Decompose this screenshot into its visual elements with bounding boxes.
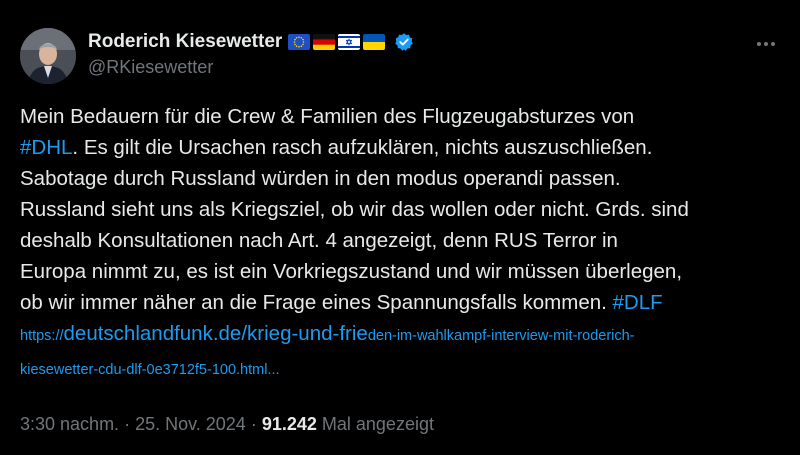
avatar[interactable]: [20, 28, 76, 84]
link-prefix: https://: [20, 328, 64, 344]
link-domain-path: deutschlandfunk.de/krieg-und-frie: [63, 322, 368, 345]
verified-badge-icon: [395, 33, 414, 51]
tweet-date[interactable]: 25. Nov. 2024: [135, 414, 246, 435]
tweet-line: Russland sieht uns als Kriegsziel, ob wi…: [20, 198, 689, 221]
author-name-row: Roderich Kiesewetter: [88, 30, 414, 54]
israel-flag-icon: [338, 34, 361, 50]
more-options-button[interactable]: [752, 30, 780, 58]
tweet-line: Mein Bedauern für die Crew & Familien de…: [20, 105, 635, 128]
hashtag-link[interactable]: #DHL: [20, 136, 72, 159]
hashtag-link[interactable]: #DLF: [613, 291, 663, 314]
meta-separator: ·: [245, 414, 262, 434]
tweet-time[interactable]: 3:30 nachm.: [20, 414, 119, 435]
tweet-line: ob wir immer näher an die Frage eines Sp…: [20, 291, 607, 314]
avatar-portrait-icon: [20, 28, 76, 84]
author-display-name[interactable]: Roderich Kiesewetter: [88, 31, 282, 53]
author-handle[interactable]: @RKiesewetter: [88, 57, 213, 78]
author-flags: [288, 34, 386, 50]
more-dots-icon: [757, 42, 775, 46]
link-rest: den-im-wahlkampf-interview-mit-roderich-: [367, 328, 635, 344]
view-count: 91.242: [261, 414, 317, 434]
tweet-line: Europa nimmt zu, es ist ein Vorkriegszus…: [20, 260, 683, 283]
article-link[interactable]: https://deutschlandfunk.de/krieg-und-fri…: [20, 322, 635, 379]
tweet-meta: 3:30 nachm. · 25. Nov. 2024 · 91.242 Mal…: [20, 414, 434, 435]
view-count-label: Mal angezeigt: [321, 414, 434, 434]
germany-flag-icon: [313, 34, 336, 50]
meta-separator: ·: [119, 414, 136, 434]
eu-flag-icon: [288, 34, 311, 50]
ukraine-flag-icon: [363, 34, 386, 50]
tweet-line: . Es gilt die Ursachen rasch aufzuklären…: [72, 136, 653, 159]
tweet-line: deshalb Konsultationen nach Art. 4 angez…: [20, 229, 618, 252]
tweet-line: Sabotage durch Russland würden in den mo…: [20, 167, 621, 190]
tweet-card: Roderich Kiesewetter @RKiesewetter Mein …: [0, 0, 800, 455]
link-rest: kiesewetter-cdu-dlf-0e3712f5-100.html...: [20, 362, 280, 378]
tweet-text: Mein Bedauern für die Crew & Familien de…: [20, 101, 785, 386]
